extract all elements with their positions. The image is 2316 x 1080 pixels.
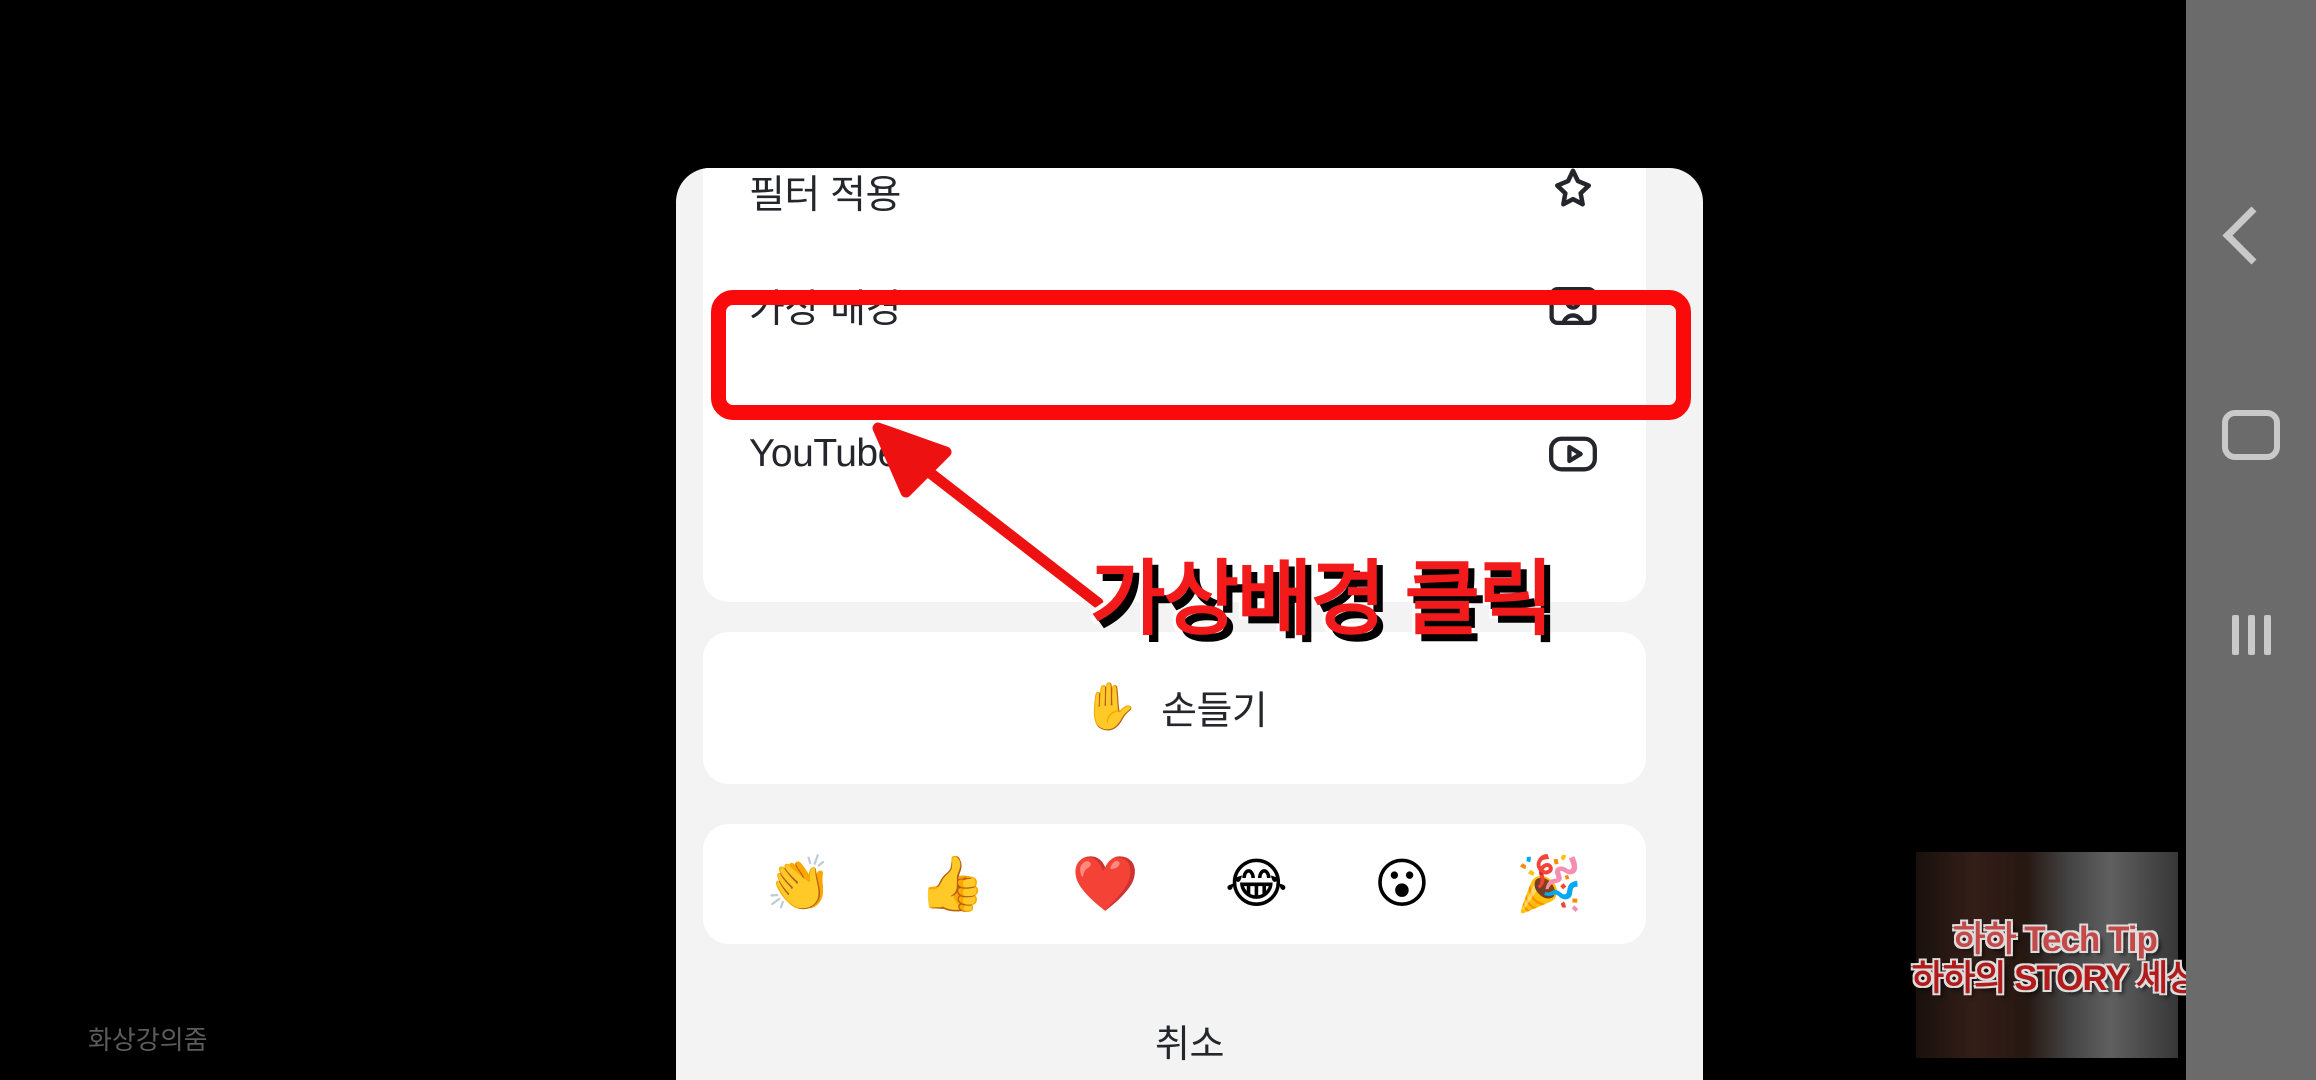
- home-button[interactable]: [2186, 370, 2316, 500]
- app-name-label: 화상강의줌: [88, 1025, 208, 1055]
- three-bars-recents-icon: [2231, 615, 2271, 655]
- raise-hand-label: 손들기: [1161, 690, 1268, 733]
- youtube-play-icon: [1544, 425, 1602, 483]
- chevron-left-icon: [2222, 206, 2280, 264]
- surprised-face-reaction[interactable]: 😮: [1374, 857, 1430, 911]
- watermark-thumbnail: [1916, 852, 2178, 1058]
- option-row-virtual-background[interactable]: 가상 배경: [703, 232, 1646, 380]
- phone-screen: 필터 적용 가상 배경 YouTube ✋ 손들기 👏 👍 ❤️ 😂 😮 🎉 취…: [0, 0, 2316, 1080]
- raised-hand-icon: ✋: [1081, 680, 1140, 732]
- clapping-hands-reaction[interactable]: 👏: [766, 857, 833, 911]
- android-navigation-bar: [2186, 0, 2316, 1080]
- rounded-square-home-icon: [2222, 410, 2280, 460]
- option-label-filter: 필터 적용: [749, 174, 901, 217]
- red-heart-reaction[interactable]: ❤️: [1072, 857, 1139, 911]
- reactions-card: 👏 👍 ❤️ 😂 😮 🎉: [703, 824, 1646, 944]
- more-options-bottom-sheet: 필터 적용 가상 배경 YouTube ✋ 손들기 👏 👍 ❤️ 😂 😮 🎉 취…: [676, 168, 1703, 1080]
- virtual-background-person-icon: [1544, 277, 1602, 335]
- joy-laughing-reaction[interactable]: 😂: [1225, 857, 1288, 911]
- option-row-youtube[interactable]: YouTube: [703, 380, 1646, 528]
- options-list-card: 필터 적용 가상 배경 YouTube: [703, 168, 1646, 602]
- back-button[interactable]: [2186, 170, 2316, 300]
- cancel-button[interactable]: 취소: [676, 1000, 1703, 1080]
- option-label-virtual-background: 가상 배경: [749, 288, 901, 331]
- option-label-youtube: YouTube: [749, 432, 899, 475]
- recents-button[interactable]: [2186, 570, 2316, 700]
- party-popper-reaction[interactable]: 🎉: [1516, 857, 1583, 911]
- raise-hand-card[interactable]: ✋ 손들기: [703, 632, 1646, 784]
- option-row-filter[interactable]: 필터 적용: [703, 168, 1646, 232]
- thumbs-up-reaction[interactable]: 👍: [919, 857, 986, 911]
- sparkle-filter-icon: [1544, 168, 1602, 220]
